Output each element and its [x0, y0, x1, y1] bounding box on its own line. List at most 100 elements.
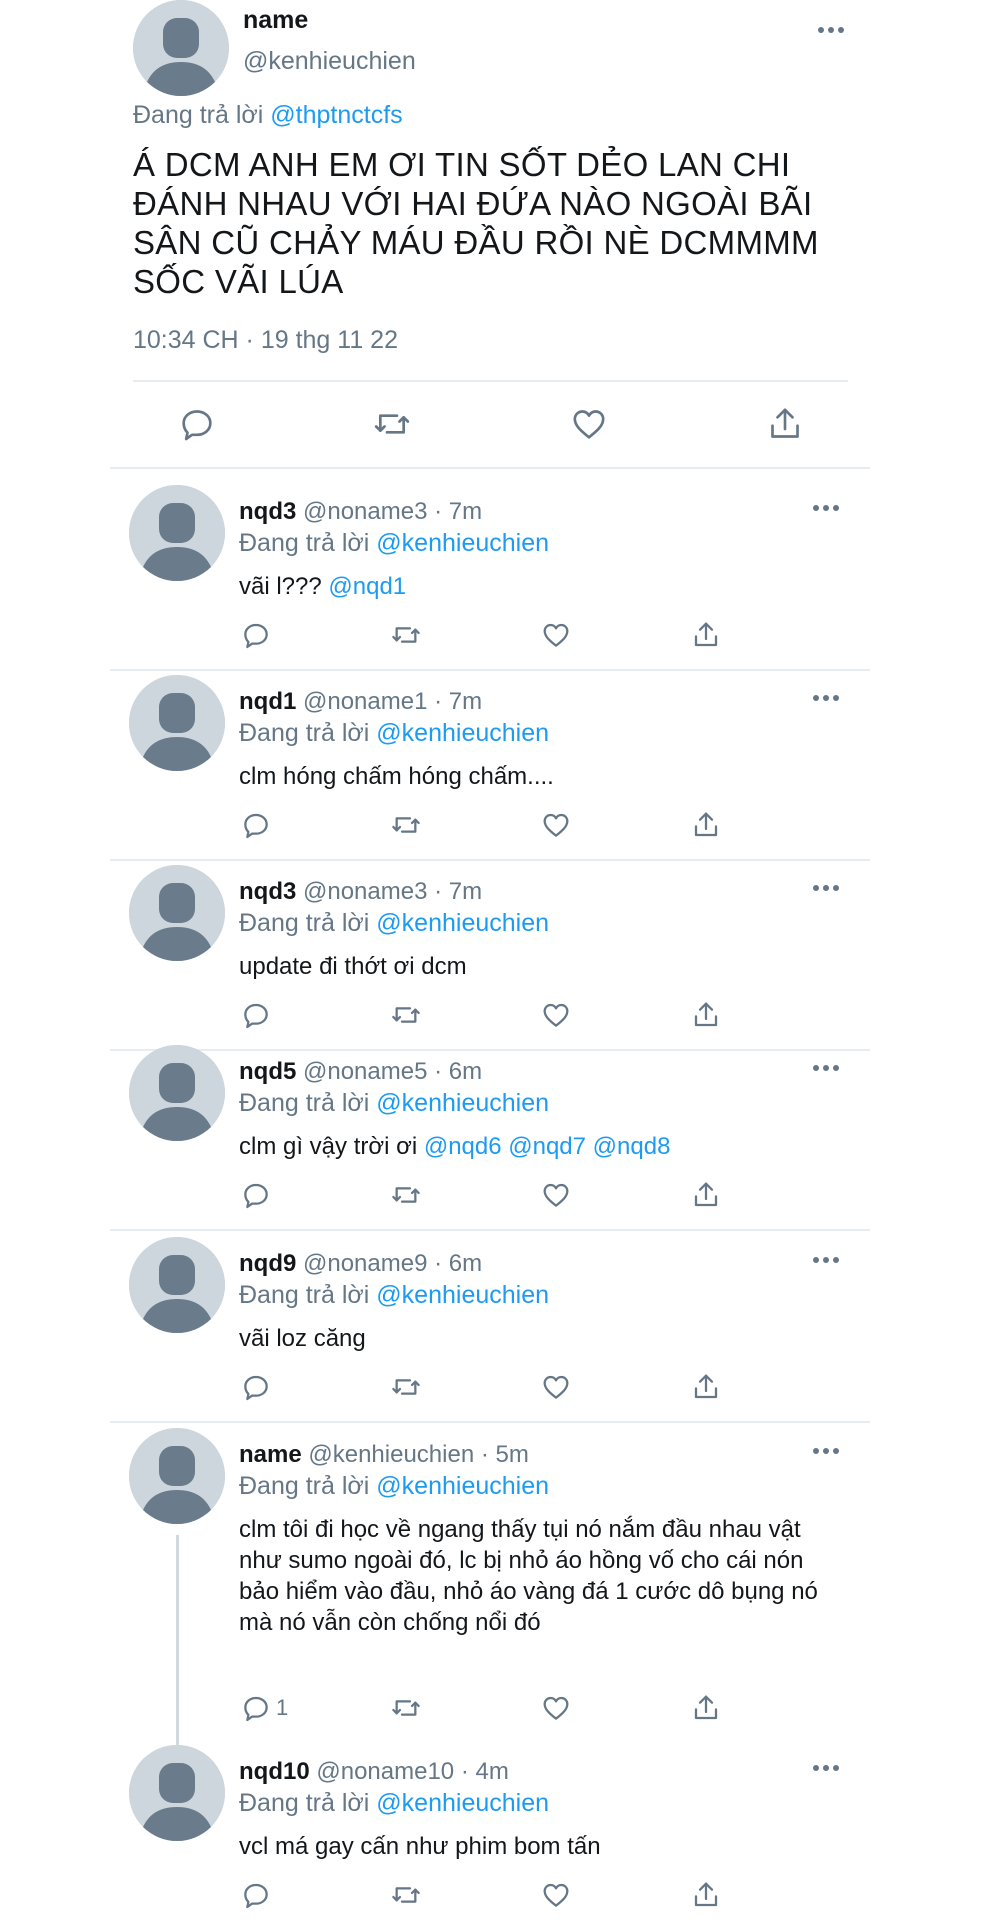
main-more-icon[interactable] — [811, 18, 851, 42]
reply-replying-to: Đang trả lời @kenhieuchien — [239, 719, 549, 748]
main-share-icon[interactable] — [765, 404, 805, 444]
reply-avatar[interactable] — [129, 1045, 225, 1141]
reply-share-icon[interactable] — [690, 999, 722, 1031]
reply-author-name[interactable]: nqd3 — [239, 878, 296, 905]
replying-to-link[interactable]: @kenhieuchien — [376, 1089, 549, 1117]
reply-count: 1 — [276, 1695, 289, 1720]
reply-author-name[interactable]: name — [239, 1441, 302, 1468]
reply-share-icon[interactable] — [690, 1879, 722, 1911]
reply-share-icon[interactable] — [690, 1371, 722, 1403]
reply-body: update đi thớt ơi dcm — [239, 953, 467, 980]
main-replying-to: Đang trả lời @thptnctcfs — [133, 101, 403, 130]
reply-mentions[interactable]: @nqd6 @nqd7 @nqd8 — [424, 1133, 671, 1160]
main-reply-icon[interactable] — [177, 404, 217, 444]
default-profile-icon — [129, 865, 225, 961]
main-avatar[interactable] — [133, 0, 229, 96]
replying-to-link[interactable]: @kenhieuchien — [376, 1281, 549, 1309]
replying-to-link[interactable]: @kenhieuchien — [376, 909, 549, 937]
reply-body: vãi l??? — [239, 573, 329, 600]
reply-reply-icon[interactable] — [240, 619, 272, 651]
reply-replying-to: Đang trả lời @kenhieuchien — [239, 1089, 549, 1118]
reply-actions — [0, 999, 981, 1033]
main-author-handle[interactable]: @kenhieuchien — [243, 47, 416, 76]
reply-more-icon[interactable] — [806, 876, 846, 900]
reply-share-icon[interactable] — [690, 619, 722, 651]
reply-more-icon[interactable] — [806, 1248, 846, 1272]
reply-author-name[interactable]: nqd3 — [239, 498, 296, 525]
reply-replying-to: Đang trả lời @kenhieuchien — [239, 909, 549, 938]
main-author-name[interactable]: name — [243, 6, 308, 35]
reply-like-icon[interactable] — [540, 1179, 572, 1211]
reply-actions — [0, 619, 981, 653]
replying-prefix: Đang trả lời — [239, 1472, 370, 1500]
reply-author-meta: @noname5 · 6m — [303, 1058, 483, 1085]
reply-share-icon[interactable] — [690, 1692, 722, 1724]
reply-avatar[interactable] — [129, 1428, 225, 1524]
reply-divider — [110, 669, 870, 671]
reply-mentions[interactable]: @nqd1 — [328, 573, 406, 600]
replying-prefix: Đang trả lời — [239, 909, 370, 937]
reply-reply-icon[interactable] — [240, 1371, 272, 1403]
main-divider — [133, 380, 848, 382]
reply-retweet-icon[interactable] — [390, 1371, 422, 1403]
reply-like-icon[interactable] — [540, 1879, 572, 1911]
replying-to-link[interactable]: @kenhieuchien — [376, 529, 549, 557]
reply-text: clm tôi đi học về ngang thấy tụi nó nắm … — [239, 1514, 839, 1638]
reply-retweet-icon[interactable] — [390, 1692, 422, 1724]
reply-header: name @kenhieuchien · 5m — [239, 1441, 529, 1469]
reply-header: nqd5 @noname5 · 6m — [239, 1058, 482, 1086]
reply-retweet-icon[interactable] — [390, 619, 422, 651]
default-profile-icon — [129, 1745, 225, 1841]
reply-text: clm hóng chấm hóng chấm.... — [239, 761, 839, 792]
replying-prefix: Đang trả lời — [239, 1789, 370, 1817]
reply-avatar[interactable] — [129, 865, 225, 961]
replying-to-link[interactable]: @kenhieuchien — [376, 1789, 549, 1817]
reply-share-icon[interactable] — [690, 1179, 722, 1211]
reply-body: clm hóng chấm hóng chấm.... — [239, 763, 554, 790]
reply-reply-icon[interactable]: 1 — [240, 1692, 288, 1724]
reply-retweet-icon[interactable] — [390, 1179, 422, 1211]
reply-like-icon[interactable] — [540, 809, 572, 841]
reply-more-icon[interactable] — [806, 1756, 846, 1780]
reply-reply-icon[interactable] — [240, 809, 272, 841]
reply-retweet-icon[interactable] — [390, 1879, 422, 1911]
reply-avatar[interactable] — [129, 1745, 225, 1841]
reply-author-name[interactable]: nqd9 — [239, 1250, 296, 1277]
reply-more-icon[interactable] — [806, 496, 846, 520]
replying-to-link[interactable]: @thptnctcfs — [270, 101, 402, 129]
reply-like-icon[interactable] — [540, 1692, 572, 1724]
default-profile-icon — [129, 1237, 225, 1333]
reply-more-icon[interactable] — [806, 1056, 846, 1080]
reply-more-icon[interactable] — [806, 686, 846, 710]
reply-body: clm gì vậy trời ơi — [239, 1133, 424, 1160]
default-profile-icon — [129, 1045, 225, 1141]
reply-avatar[interactable] — [129, 675, 225, 771]
reply-avatar[interactable] — [129, 485, 225, 581]
reply-like-icon[interactable] — [540, 1371, 572, 1403]
main-like-icon[interactable] — [569, 404, 609, 444]
reply-actions — [0, 809, 981, 843]
reply-replying-to: Đang trả lời @kenhieuchien — [239, 1281, 549, 1310]
reply-author-meta: @noname1 · 7m — [303, 688, 483, 715]
reply-divider — [110, 1229, 870, 1231]
reply-author-name[interactable]: nqd5 — [239, 1058, 296, 1085]
reply-like-icon[interactable] — [540, 999, 572, 1031]
reply-more-icon[interactable] — [806, 1439, 846, 1463]
main-retweet-icon[interactable] — [372, 404, 412, 444]
reply-author-name[interactable]: nqd10 — [239, 1758, 310, 1785]
reply-avatar[interactable] — [129, 1237, 225, 1333]
reply-retweet-icon[interactable] — [390, 809, 422, 841]
reply-author-name[interactable]: nqd1 — [239, 688, 296, 715]
replying-to-link[interactable]: @kenhieuchien — [376, 1472, 549, 1500]
reply-text: vãi l??? @nqd1 — [239, 571, 839, 602]
main-timestamp[interactable]: 10:34 CH · 19 thg 11 22 — [133, 326, 398, 355]
reply-reply-icon[interactable] — [240, 1179, 272, 1211]
reply-author-meta: @noname3 · 7m — [303, 498, 483, 525]
reply-like-icon[interactable] — [540, 619, 572, 651]
reply-share-icon[interactable] — [690, 809, 722, 841]
reply-body: vãi loz căng — [239, 1325, 366, 1352]
replying-to-link[interactable]: @kenhieuchien — [376, 719, 549, 747]
reply-reply-icon[interactable] — [240, 999, 272, 1031]
reply-reply-icon[interactable] — [240, 1879, 272, 1911]
reply-retweet-icon[interactable] — [390, 999, 422, 1031]
